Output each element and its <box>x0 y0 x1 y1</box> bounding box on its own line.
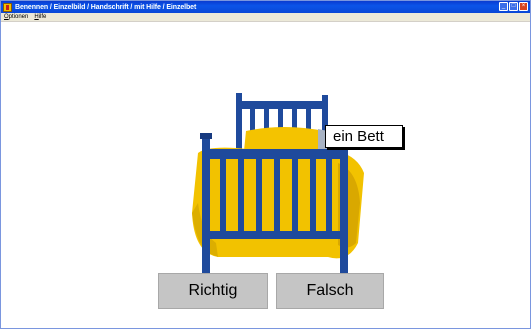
title-bar[interactable]: Benennen / Einzelbild / Handschrift / mi… <box>1 1 530 13</box>
falsch-button[interactable]: Falsch <box>276 273 384 309</box>
minimize-button[interactable]: _ <box>499 2 508 11</box>
close-button[interactable]: × <box>519 2 528 11</box>
richtig-button[interactable]: Richtig <box>158 273 268 309</box>
menu-bar: Optionen Hilfe <box>1 13 530 22</box>
bed-image <box>192 93 364 277</box>
app-icon[interactable] <box>3 2 12 12</box>
menu-optionen[interactable]: Optionen <box>4 14 28 20</box>
window-title: Benennen / Einzelbild / Handschrift / mi… <box>15 3 197 11</box>
word-label: ein Bett <box>325 125 403 148</box>
window-controls: _ □ × <box>499 2 528 11</box>
menu-hilfe[interactable]: Hilfe <box>34 14 46 20</box>
maximize-button[interactable]: □ <box>509 2 518 11</box>
app-window: Benennen / Einzelbild / Handschrift / mi… <box>0 0 531 329</box>
